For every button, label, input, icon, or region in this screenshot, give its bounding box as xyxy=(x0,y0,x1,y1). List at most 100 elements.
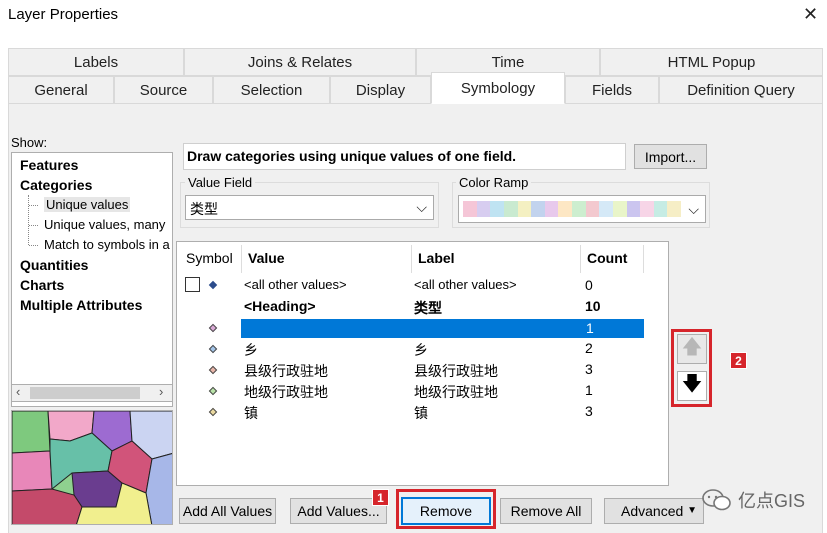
window-title: Layer Properties xyxy=(8,6,119,23)
symbol-diamond-icon[interactable] xyxy=(208,407,218,417)
table-cell-count: 10 xyxy=(585,298,601,314)
preview-map-image xyxy=(12,411,172,524)
add-all-values-button[interactable]: Add All Values xyxy=(179,498,276,524)
table-row-selected[interactable]: 1 xyxy=(241,319,644,338)
close-icon[interactable]: ✕ xyxy=(803,4,818,25)
tab-symbology[interactable]: Symbology xyxy=(431,72,565,104)
table-cell-label[interactable]: 类型 xyxy=(414,298,442,318)
value-field-label: Value Field xyxy=(185,175,256,190)
symbol-diamond-icon[interactable] xyxy=(208,386,218,396)
table-cell-value[interactable]: 县级行政驻地 xyxy=(244,361,328,381)
value-field-dropdown[interactable]: 类型 ⌵ xyxy=(185,195,434,220)
column-divider xyxy=(580,245,581,273)
symbol-diamond-icon[interactable] xyxy=(208,344,218,354)
table-cell-count: 1 xyxy=(586,320,594,336)
remove-all-button[interactable]: Remove All xyxy=(500,498,592,524)
tab-display[interactable]: Display xyxy=(330,76,431,104)
chevron-down-icon: ⌵ xyxy=(688,201,699,217)
tab-selection[interactable]: Selection xyxy=(213,76,330,104)
wechat-icon xyxy=(702,489,731,511)
show-label: Show: xyxy=(11,135,48,150)
tab-general[interactable]: General xyxy=(8,76,114,104)
tree-connector xyxy=(29,245,38,246)
color-ramp-swatch xyxy=(667,201,681,217)
remove-button[interactable]: Remove xyxy=(401,497,491,525)
table-cell-label[interactable]: <all other values> xyxy=(414,277,517,292)
symbology-description: Draw categories using unique values of o… xyxy=(183,143,626,170)
tree-item-quantities[interactable]: Quantities xyxy=(20,257,88,273)
color-ramp-swatch xyxy=(544,201,559,217)
advanced-label: Advanced xyxy=(621,503,684,519)
watermark-text: 亿点GIS xyxy=(738,491,806,511)
all-other-values-checkbox[interactable] xyxy=(185,277,200,292)
move-up-button[interactable]: 🡅 xyxy=(677,334,707,364)
tab-joins-relates[interactable]: Joins & Relates xyxy=(184,48,416,76)
tree-item-categories[interactable]: Categories xyxy=(20,177,92,193)
tree-item-unique-values-many[interactable]: Unique values, many xyxy=(44,217,165,232)
tab-html-popup[interactable]: HTML Popup xyxy=(600,48,823,76)
tree-connector xyxy=(29,225,38,226)
tab-labels[interactable]: Labels xyxy=(8,48,184,76)
advanced-button[interactable]: Advanced ▼ xyxy=(604,498,704,524)
color-ramp-swatch xyxy=(626,201,641,217)
table-cell-count: 3 xyxy=(585,403,593,419)
tree-item-features[interactable]: Features xyxy=(20,157,78,173)
tree-connector xyxy=(28,195,29,245)
move-down-button[interactable]: 🡇 xyxy=(677,371,707,401)
color-ramp-swatches xyxy=(463,201,681,217)
scroll-right-icon[interactable]: › xyxy=(159,384,163,399)
chevron-down-icon: ⌵ xyxy=(416,199,427,215)
symbology-preview-map xyxy=(11,410,173,525)
color-ramp-label: Color Ramp xyxy=(456,175,532,190)
table-cell-count: 2 xyxy=(585,340,593,356)
tree-item-unique-values[interactable]: Unique values xyxy=(44,197,131,212)
table-cell-label[interactable]: 县级行政驻地 xyxy=(414,361,498,381)
table-cell-value[interactable]: <all other values> xyxy=(244,277,347,292)
column-divider xyxy=(411,245,412,273)
table-cell-value[interactable]: <Heading> xyxy=(244,298,316,314)
table-cell-label[interactable]: 地级行政驻地 xyxy=(414,382,498,402)
tree-item-multiple-attributes[interactable]: Multiple Attributes xyxy=(20,297,142,313)
step-marker-1: 1 xyxy=(372,489,389,506)
scroll-left-icon[interactable]: ‹ xyxy=(16,384,20,399)
column-divider xyxy=(643,245,644,273)
table-cell-count: 0 xyxy=(585,277,593,293)
symbol-diamond-icon[interactable] xyxy=(208,280,218,290)
table-cell-label[interactable]: 乡 xyxy=(414,340,428,360)
color-ramp-swatch xyxy=(572,201,586,217)
color-ramp-swatch xyxy=(599,201,613,217)
show-tree: Features Categories Unique values Unique… xyxy=(11,152,173,407)
color-ramp-swatch xyxy=(531,201,545,217)
symbol-diamond-icon[interactable] xyxy=(208,323,218,333)
watermark: 亿点GIS xyxy=(702,487,805,513)
import-button[interactable]: Import... xyxy=(634,144,707,169)
table-cell-label[interactable]: 镇 xyxy=(414,403,428,423)
color-ramp-dropdown[interactable]: ⌵ xyxy=(458,195,706,223)
color-ramp-swatch xyxy=(585,201,600,217)
unique-values-table[interactable]: Symbol Value Label Count <all other valu… xyxy=(176,241,669,486)
color-ramp-swatch xyxy=(503,201,518,217)
value-field-value: 类型 xyxy=(190,201,218,217)
tree-connector xyxy=(29,205,38,206)
table-cell-value[interactable]: 镇 xyxy=(244,403,258,423)
scrollbar-thumb[interactable] xyxy=(30,387,140,399)
color-ramp-swatch xyxy=(517,201,532,217)
tab-fields[interactable]: Fields xyxy=(565,76,659,104)
tree-item-charts[interactable]: Charts xyxy=(20,277,64,293)
column-header-value[interactable]: Value xyxy=(248,250,285,266)
tab-source[interactable]: Source xyxy=(114,76,213,104)
table-cell-value[interactable]: 地级行政驻地 xyxy=(244,382,328,402)
column-header-count[interactable]: Count xyxy=(587,250,627,266)
tree-horizontal-scrollbar[interactable]: ‹ › xyxy=(11,384,173,402)
column-header-symbol[interactable]: Symbol xyxy=(186,250,233,266)
symbol-diamond-icon[interactable] xyxy=(208,365,218,375)
tree-item-match-to-symbols[interactable]: Match to symbols in a xyxy=(44,237,170,252)
table-cell-count: 3 xyxy=(585,361,593,377)
color-ramp-swatch xyxy=(653,201,668,217)
tab-definition-query[interactable]: Definition Query xyxy=(659,76,823,104)
table-cell-count: 1 xyxy=(585,382,593,398)
dropdown-arrow-icon: ▼ xyxy=(687,505,697,516)
column-divider xyxy=(241,245,242,273)
table-cell-value[interactable]: 乡 xyxy=(244,340,258,360)
column-header-label[interactable]: Label xyxy=(418,250,455,266)
